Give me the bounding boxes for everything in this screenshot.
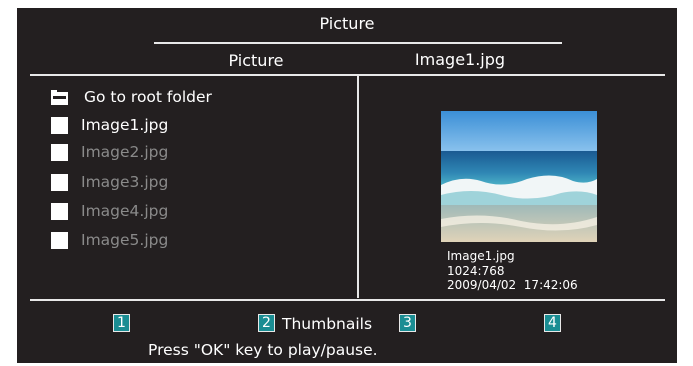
button-2[interactable]: 2	[258, 314, 275, 332]
file-checkbox[interactable]	[51, 202, 68, 220]
file-item-image5[interactable]: Image5.jpg	[51, 229, 168, 251]
button-3[interactable]: 3	[399, 314, 416, 332]
folder-up-icon	[51, 89, 68, 105]
panel-divider	[357, 76, 359, 298]
preview-thumbnail	[441, 111, 597, 242]
file-checkbox[interactable]	[51, 231, 68, 249]
play-pause-hint: Press "OK" key to play/pause.	[148, 341, 378, 359]
thumbnails-label: Thumbnails	[282, 315, 373, 333]
header-category-label: Picture	[228, 51, 284, 70]
file-label: Image1.jpg	[81, 116, 169, 134]
root-folder-label: Go to root folder	[84, 88, 212, 106]
title-divider	[154, 42, 562, 44]
preview-resolution: 1024:768	[447, 264, 505, 278]
preview-datetime: 2009/04/02 17:42:06	[447, 278, 578, 292]
file-label: Image4.jpg	[81, 202, 169, 220]
file-item-image2[interactable]: Image2.jpg	[51, 141, 168, 163]
file-checkbox[interactable]	[51, 116, 68, 134]
button-1[interactable]: 1	[113, 314, 130, 332]
file-label: Image2.jpg	[81, 143, 169, 161]
go-to-root-folder-item[interactable]: Go to root folder	[51, 86, 212, 108]
header-divider	[30, 74, 665, 76]
file-label: Image3.jpg	[81, 173, 169, 191]
header-filename-label: Image1.jpg	[414, 50, 506, 69]
file-checkbox[interactable]	[51, 173, 68, 191]
file-label: Image5.jpg	[81, 231, 169, 249]
file-item-image4[interactable]: Image4.jpg	[51, 200, 168, 222]
footer-divider	[30, 299, 665, 301]
file-item-image1[interactable]: Image1.jpg	[51, 114, 168, 136]
screen-title: Picture	[319, 14, 375, 33]
media-browser-screen: Picture Picture Image1.jpg Go to root fo…	[17, 8, 677, 363]
preview-filename: Image1.jpg	[447, 249, 515, 263]
button-4[interactable]: 4	[544, 314, 561, 332]
file-checkbox[interactable]	[51, 143, 68, 161]
file-item-image3[interactable]: Image3.jpg	[51, 171, 168, 193]
